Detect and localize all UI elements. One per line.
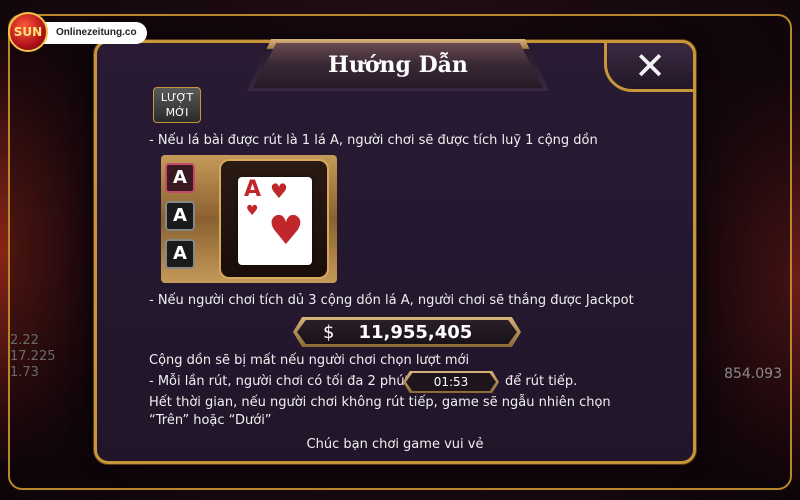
mini-card-a: A xyxy=(165,201,195,231)
rule-text-5: Hết thời gian, nếu người chơi không rút … xyxy=(149,395,611,410)
jackpot-display: $ 11,955,405 xyxy=(293,317,521,347)
rule-text-6: “Trên” hoặc “Dưới” xyxy=(149,413,272,428)
background-right-number: 854.093 xyxy=(724,366,782,382)
heart-icon: ♥ xyxy=(246,203,259,219)
closing-text: Chúc bạn chơi game vui vẻ xyxy=(306,437,484,452)
rule-text-2: - Nếu người chơi tích dủ 3 cộng dồn lá A… xyxy=(149,293,634,308)
background-number: 2.22 xyxy=(10,333,39,348)
mini-card-a: A xyxy=(165,239,195,269)
background-left-numbers: 2.22 17.225 1.73 xyxy=(10,333,90,381)
big-card-holder: A ♥ ♥ ♥ xyxy=(219,159,329,279)
dollar-icon: $ xyxy=(323,321,335,343)
rule-text-4a: - Mỗi lần rút, người chơi có tối đa 2 ph… xyxy=(149,374,410,389)
badge-line: LƯỢT xyxy=(160,91,194,104)
timer-value: 01:53 xyxy=(406,373,496,391)
background-number: 1.73 xyxy=(10,365,39,380)
rule-text-4b: để rút tiếp. xyxy=(505,374,578,389)
badge-line: MỚI xyxy=(165,106,189,119)
site-domain-label: Onlinezeitung.co xyxy=(40,22,147,44)
ace-of-hearts-card: A ♥ ♥ ♥ xyxy=(238,177,312,265)
card-illustration: A A A A ♥ ♥ ♥ xyxy=(161,155,337,283)
timer-display: 01:53 xyxy=(403,371,499,393)
rule-text-1: - Nếu lá bài được rút là 1 lá A, người c… xyxy=(149,133,598,148)
heart-icon: ♥ xyxy=(268,208,304,254)
background-number: 17.225 xyxy=(10,349,56,364)
guide-dialog: Hướng Dẫn ✕ LƯỢT MỚI - Nếu lá bài được r… xyxy=(94,39,696,464)
new-turn-badge: LƯỢT MỚI xyxy=(153,87,201,123)
mini-card-a: A xyxy=(165,163,195,193)
card-rank: A xyxy=(244,177,262,202)
heart-icon: ♥ xyxy=(270,179,288,203)
dialog-content: LƯỢT MỚI - Nếu lá bài được rút là 1 lá A… xyxy=(97,43,693,461)
sun-logo: SUN xyxy=(8,12,48,52)
jackpot-value: 11,955,405 xyxy=(358,321,473,343)
rule-text-3: Cộng dồn sẽ bị mất nếu người chơi chọn l… xyxy=(149,353,470,368)
